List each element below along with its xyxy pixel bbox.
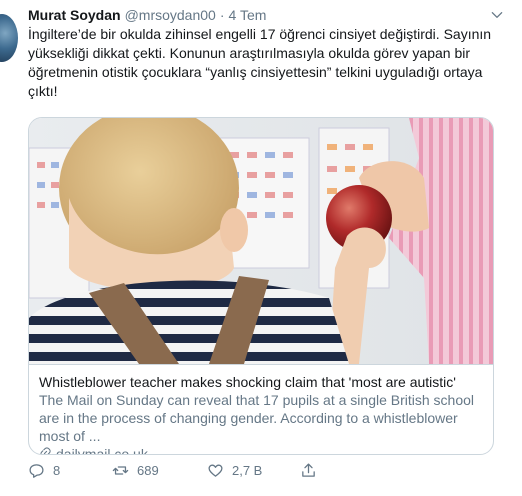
reply-button[interactable]: 8 — [28, 462, 112, 479]
like-count: 2,7 B — [232, 462, 263, 478]
avatar[interactable] — [0, 14, 18, 62]
retweet-button[interactable]: 689 — [112, 462, 207, 479]
card-image[interactable] — [29, 118, 493, 364]
chevron-down-icon[interactable] — [490, 8, 504, 22]
card-title[interactable]: Whistleblower teacher makes shocking cla… — [39, 373, 483, 391]
share-button[interactable] — [300, 462, 325, 479]
like-button[interactable]: 2,7 B — [207, 462, 300, 479]
retweet-icon — [112, 465, 129, 475]
author-handle[interactable]: @mrsoydan00 — [125, 7, 216, 23]
author-name[interactable]: Murat Soydan — [28, 7, 121, 23]
link-icon — [39, 445, 56, 454]
like-icon — [208, 464, 223, 477]
link-card[interactable]: Whistleblower teacher makes shocking cla… — [28, 117, 494, 455]
tweet-header: Murat Soydan @mrsoydan00 · 4 Tem — [28, 4, 266, 26]
card-description: The Mail on Sunday can reveal that 17 pu… — [39, 392, 475, 444]
retweet-count: 689 — [137, 462, 159, 478]
reply-count: 8 — [53, 462, 61, 478]
share-icon — [302, 462, 315, 477]
tweet-actions: 8 689 2,7 B — [28, 460, 325, 480]
card-domain-text: dailymail.co.uk — [56, 446, 148, 455]
card-body: Whistleblower teacher makes shocking cla… — [29, 364, 493, 454]
reply-icon — [29, 463, 44, 478]
separator: · — [219, 7, 225, 23]
tweet-date[interactable]: 4 Tem — [229, 7, 267, 23]
tweet-text: İngiltere’de bir okulda zihinsel engelli… — [28, 26, 492, 99]
card-domain[interactable]: dailymail.co.uk — [39, 445, 483, 455]
